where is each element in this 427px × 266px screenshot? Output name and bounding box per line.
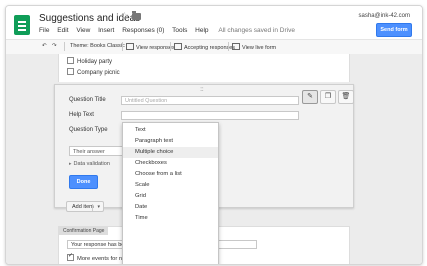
help-text-label: Help Text [69,112,94,118]
accepting-responses-button[interactable]: Accepting responses [174,43,235,51]
checkbox-option[interactable]: Holiday party [67,57,112,65]
option-label: Holiday party [77,59,113,65]
answer-preview: Their answer [69,146,127,156]
type-option-time[interactable]: Time [123,213,218,224]
menu-insert[interactable]: Insert [98,27,114,34]
question-title-label: Question Title [69,97,106,103]
triangle-right-icon: ▸ [69,161,72,167]
question-type-label: Question Type [69,127,108,133]
forms-app-icon[interactable] [14,15,30,35]
view-live-form-button[interactable]: View live form [232,43,276,51]
confirmation-title: Confirmation Page [59,227,109,235]
type-option-scale[interactable]: Scale [123,180,218,191]
type-option-paragraph[interactable]: Paragraph text [123,136,218,147]
undo-icon[interactable]: ↶ [42,43,47,49]
done-button[interactable]: Done [69,175,98,189]
menu-view[interactable]: View [76,27,90,34]
type-option-multiple-choice[interactable]: Multiple choice [123,147,218,158]
eye-icon [232,43,240,50]
app-window: Suggestions and ideas ☆ sasha@ink-42.com… [5,5,423,265]
type-option-date[interactable]: Date [123,202,218,213]
option-label: Company picnic [77,70,120,76]
add-item-button[interactable]: Add item ▾ [66,201,104,212]
data-validation-toggle[interactable]: ▸ Data validation [69,161,110,167]
view-responses-button[interactable]: View responses [126,43,175,51]
checkbox-option[interactable]: Company picnic [67,68,120,76]
checkbox-icon[interactable] [67,57,74,64]
question-type-dropdown[interactable]: Text Paragraph text Multiple choice Chec… [122,122,219,264]
redo-icon[interactable]: ↷ [52,43,57,49]
toolbar: ↶ ↷ Theme: Books Classic View responses … [6,39,422,55]
checkbox-icon[interactable] [67,68,74,75]
menu-edit[interactable]: Edit [57,27,68,34]
drag-handle[interactable]: :::: [200,87,204,93]
question-title-input[interactable]: Untitled Question [121,96,299,105]
menu-responses[interactable]: Responses (0) [122,27,164,34]
checkbox-checked-icon[interactable] [67,252,74,261]
view-responses-label: View responses [136,45,175,51]
data-validation-label: Data validation [73,161,110,167]
menu-bar: File Edit View Insert Responses (0) Tool… [39,27,301,34]
type-option-text[interactable]: Text [123,125,218,136]
add-item-label: Add item [72,204,94,210]
folder-icon[interactable] [132,11,141,20]
theme-label: Theme: Books Classic [70,43,125,49]
menu-help[interactable]: Help [195,27,208,34]
type-option-checkboxes[interactable]: Checkboxes [123,158,218,169]
header: Suggestions and ideas ☆ sasha@ink-42.com… [6,6,422,58]
menu-file[interactable]: File [39,27,49,34]
chevron-down-icon[interactable]: ▾ [97,202,100,213]
menu-tools[interactable]: Tools [172,27,187,34]
type-option-list[interactable]: Choose from a list [123,169,218,180]
spreadsheet-icon [126,43,134,50]
type-option-grid[interactable]: Grid [123,191,218,202]
checkbox-question: Holiday party Company picnic [58,54,350,82]
theme-button[interactable]: Theme: Books Classic [70,43,125,49]
help-text-input[interactable] [121,111,299,120]
account-email[interactable]: sasha@ink-42.com [359,13,410,19]
save-status: All changes saved in Drive [218,27,295,34]
star-icon[interactable]: ☆ [120,11,129,22]
edit-icon[interactable]: ✎ [302,90,318,104]
send-form-button[interactable]: Send form [376,23,412,37]
delete-icon[interactable]: 🗑 [338,90,354,104]
duplicate-icon[interactable]: ❐ [320,90,336,104]
lock-icon [174,43,182,50]
form-canvas: Holiday party Company picnic :::: ✎ ❐ 🗑 … [6,54,422,264]
view-live-label: View live form [242,45,277,51]
